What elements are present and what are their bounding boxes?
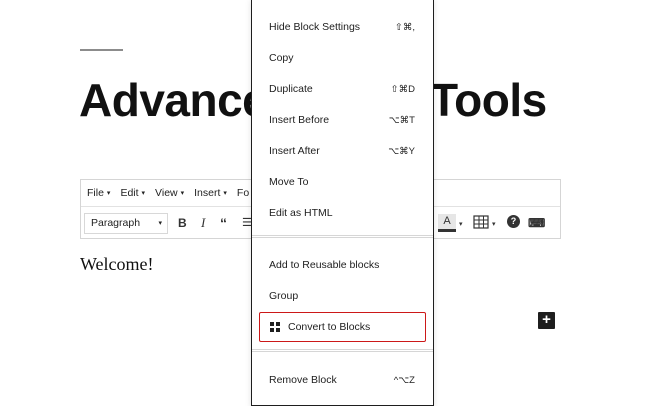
blockquote-button[interactable]: “	[220, 215, 227, 231]
blocks-grid-icon	[270, 322, 280, 332]
welcome-paragraph[interactable]: Welcome!	[80, 254, 154, 275]
help-icon[interactable]: ?	[507, 215, 520, 228]
format-select[interactable]: Paragraph ▾	[84, 213, 168, 234]
shortcut-label: ^⌥Z	[393, 374, 415, 386]
menu-divider	[252, 237, 433, 238]
menu-file[interactable]: File ▾	[87, 187, 110, 199]
menu-insert[interactable]: Insert ▾	[194, 187, 227, 199]
block-options-menu: Hide Block Settings ⇧⌘, Copy Duplicate ⇧⌘D…	[251, 0, 434, 406]
shortcut-label: ⇧⌘D	[390, 83, 415, 95]
keyboard-shortcuts-icon[interactable]: ⌨	[528, 215, 545, 231]
menu-item-remove-block[interactable]: Remove Block ^⌥Z	[269, 369, 415, 391]
menu-edit[interactable]: Edit ▾	[120, 187, 145, 199]
menu-divider	[252, 351, 433, 352]
menu-item-insert-before[interactable]: Insert Before ⌥⌘T	[269, 109, 415, 131]
title-rule	[80, 49, 123, 51]
shortcut-label: ⌥⌘T	[388, 114, 415, 126]
add-block-button[interactable]: +	[538, 312, 555, 329]
menu-item-move-to[interactable]: Move To	[269, 171, 415, 193]
text-color-button[interactable]: A	[438, 214, 456, 232]
italic-button[interactable]: I	[201, 215, 205, 231]
menu-item-hide-block-settings[interactable]: Hide Block Settings ⇧⌘,	[269, 16, 415, 38]
post-title-end[interactable]: Tools	[430, 72, 547, 128]
table-icon[interactable]	[473, 214, 489, 230]
menu-item-edit-as-html[interactable]: Edit as HTML	[269, 202, 415, 224]
menu-item-duplicate[interactable]: Duplicate ⇧⌘D	[269, 78, 415, 100]
post-title-start[interactable]: Advance	[79, 72, 268, 128]
menu-item-add-to-reusable-blocks[interactable]: Add to Reusable blocks	[269, 254, 415, 276]
shortcut-label: ⌥⌘Y	[388, 145, 415, 157]
menu-format[interactable]: Fo	[237, 187, 249, 199]
bold-button[interactable]: B	[178, 215, 187, 231]
menu-item-copy[interactable]: Copy	[269, 47, 415, 69]
menu-view[interactable]: View ▾	[155, 187, 184, 199]
chevron-down-icon[interactable]: ▾	[459, 217, 463, 233]
menu-item-group[interactable]: Group	[269, 285, 415, 307]
menu-item-insert-after[interactable]: Insert After ⌥⌘Y	[269, 140, 415, 162]
chevron-down-icon[interactable]: ▾	[492, 217, 496, 233]
menu-item-convert-to-blocks[interactable]: Convert to Blocks	[259, 312, 426, 342]
menu-divider	[252, 235, 433, 236]
menu-divider	[252, 349, 433, 350]
shortcut-label: ⇧⌘,	[394, 21, 415, 33]
